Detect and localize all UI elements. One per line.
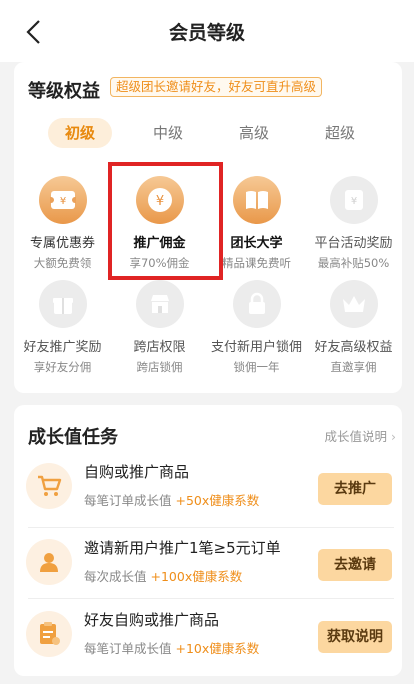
benefit-new-user-lock[interactable]: 支付新用户锁佣 锁佣一年 — [208, 280, 305, 375]
task-desc: 每次成长值 +100x健康系数 — [84, 569, 243, 584]
promo-tag: 超级团长邀请好友，好友可直升高级 — [110, 77, 323, 97]
task-desc: 每笔订单成长值 +50x健康系数 — [84, 493, 260, 508]
tab-level-2[interactable]: 中级 — [136, 118, 200, 148]
benefit-sub: 大额免费领 — [33, 256, 92, 270]
lock-icon — [232, 280, 281, 328]
tab-level-3[interactable]: 高级 — [222, 118, 286, 148]
book-icon — [232, 176, 281, 224]
tab-level-1[interactable]: 初级 — [48, 118, 112, 148]
divider — [28, 527, 394, 528]
benefit-label: 专属优惠券 — [29, 236, 95, 251]
benefit-sub: 最高补贴50% — [317, 256, 390, 270]
task-desc: 每笔订单成长值 +10x健康系数 — [84, 641, 260, 656]
top-navbar: 会员等级 — [0, 0, 414, 62]
divider — [28, 598, 394, 599]
chevron-right-icon: › — [391, 429, 396, 444]
growth-tasks-card: 成长值任务 成长值说明 › 自购或推广商品 每笔订单成长值 +50x健康系数 去… — [14, 405, 402, 676]
get-instructions-button[interactable]: 获取说明 — [318, 621, 392, 653]
page-title: 会员等级 — [168, 22, 245, 44]
svg-text:¥: ¥ — [59, 196, 65, 207]
task-title: 自购或推广商品 — [84, 463, 190, 481]
svg-text:¥: ¥ — [350, 196, 356, 207]
task-title: 好友自购或推广商品 — [84, 611, 220, 629]
cart-icon — [26, 463, 72, 509]
user-icon — [26, 539, 72, 585]
highlight-box — [108, 162, 223, 280]
growth-help-link[interactable]: 成长值说明 › — [325, 426, 397, 445]
benefit-label: 跨店权限 — [133, 340, 186, 355]
benefit-label: 支付新用户锁佣 — [210, 340, 302, 355]
benefit-label: 好友推广奖励 — [23, 340, 102, 355]
promote-button[interactable]: 去推广 — [318, 473, 392, 505]
crown-icon — [329, 280, 378, 328]
benefit-sub: 直邀享佣 — [330, 360, 377, 374]
benefit-sub: 跨店锁佣 — [136, 360, 183, 374]
task-row: 邀请新用户推广1笔≥5元订单 每次成长值 +100x健康系数 去邀请 — [26, 531, 392, 601]
invite-button[interactable]: 去邀请 — [318, 549, 392, 581]
help-link-label: 成长值说明 — [324, 429, 388, 444]
benefit-label: 好友高级权益 — [314, 340, 393, 355]
tasks-title: 成长值任务 — [28, 427, 118, 448]
benefit-coupon[interactable]: ¥ 专属优惠券 大额免费领 — [14, 176, 111, 271]
benefit-label: 平台活动奖励 — [314, 236, 393, 251]
benefit-friend-reward[interactable]: 好友推广奖励 享好友分佣 — [14, 280, 111, 375]
benefit-activity-reward[interactable]: ¥ 平台活动奖励 最高补贴50% — [305, 176, 402, 271]
benefit-cross-store[interactable]: 跨店权限 跨店锁佣 — [111, 280, 208, 375]
benefit-friend-advanced[interactable]: 好友高级权益 直邀享佣 — [305, 280, 402, 375]
benefit-sub: 享好友分佣 — [33, 360, 92, 374]
clipboard-icon — [26, 611, 72, 657]
reward-ticket-icon: ¥ — [329, 176, 378, 224]
task-title: 邀请新用户推广1笔≥5元订单 — [84, 539, 281, 557]
store-icon — [135, 280, 184, 328]
task-row: 自购或推广商品 每笔订单成长值 +50x健康系数 去推广 — [26, 455, 392, 525]
coupon-icon: ¥ — [38, 176, 87, 224]
benefit-sub: 锁佣一年 — [233, 360, 280, 374]
gift-icon — [38, 280, 87, 328]
task-row: 好友自购或推广商品 每笔订单成长值 +10x健康系数 获取说明 — [26, 603, 392, 673]
tab-level-4[interactable]: 超级 — [308, 118, 372, 148]
benefits-title: 等级权益 — [28, 81, 100, 102]
